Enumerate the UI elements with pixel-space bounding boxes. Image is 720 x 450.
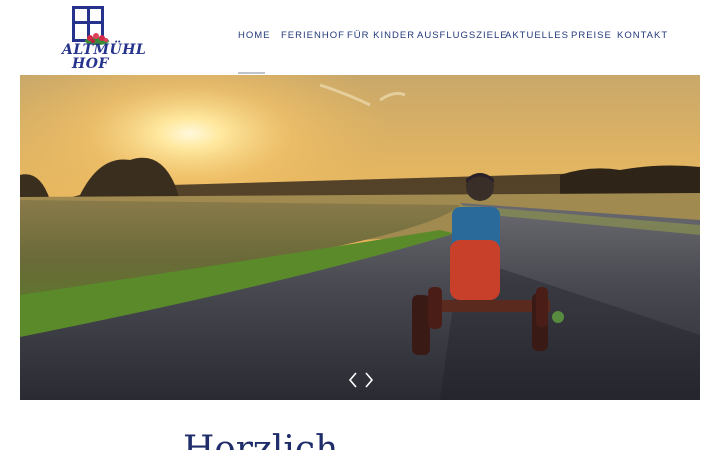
nav-item-aktuelles[interactable]: AKTUELLES: [505, 30, 569, 41]
slider-next-arrow-icon[interactable]: [362, 370, 376, 390]
hero-image: [20, 75, 700, 400]
nav-item-kontakt[interactable]: KONTAKT: [617, 30, 668, 41]
nav-item-fuer-kinder[interactable]: FÜR KINDER: [347, 30, 415, 41]
nav-item-home[interactable]: HOME: [238, 30, 271, 41]
site-header: ALTMÜHL HOF HOME FERIENHOF FÜR KINDER AU…: [0, 0, 720, 75]
nav-item-ferienhof[interactable]: FERIENHOF: [281, 30, 345, 41]
logo-text-hof: HOF: [72, 56, 109, 72]
main-navigation: HOME FERIENHOF FÜR KINDER AUSFLUGSZIELE …: [0, 30, 720, 46]
active-nav-indicator: [238, 72, 265, 74]
hero-slider: [20, 75, 700, 400]
nav-item-preise[interactable]: PREISE: [571, 30, 612, 41]
nav-item-ausflugsziele[interactable]: AUSFLUGSZIELE: [417, 30, 508, 41]
welcome-heading: Herzlich: [183, 429, 339, 450]
slider-prev-arrow-icon[interactable]: [346, 370, 360, 390]
